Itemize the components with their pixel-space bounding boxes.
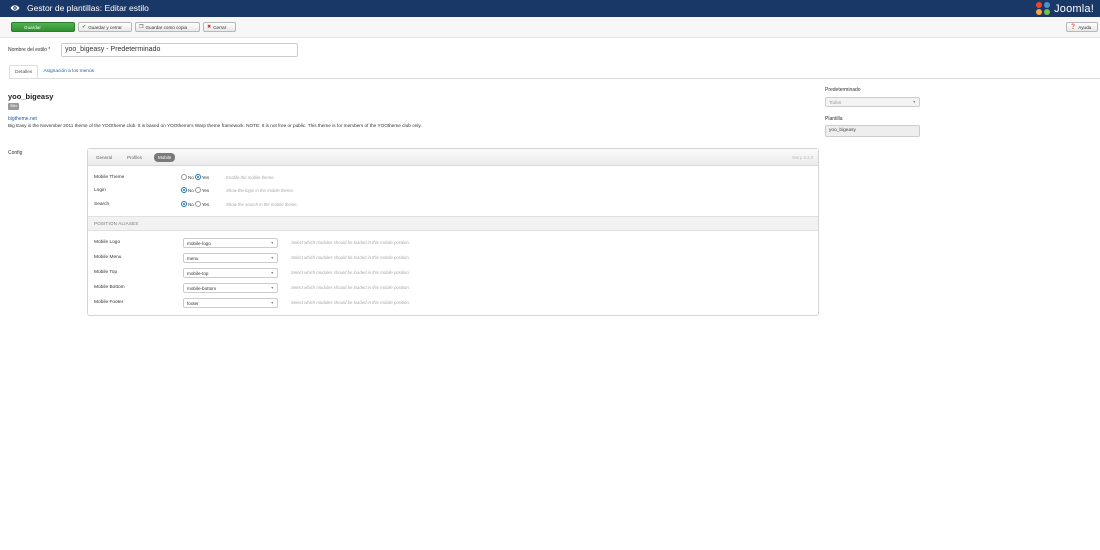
template-name: yoo_bigeasy [8, 92, 54, 101]
main-tabs: Detalles Asignación a los menús [9, 65, 99, 79]
mobile-bottom-hint: Select which modules should be loaded in… [291, 285, 410, 290]
eye-icon [10, 5, 20, 11]
mobile-theme-yes-label: Yes [201, 174, 210, 180]
joomla-logo-text: Joomla! [1054, 2, 1094, 15]
default-select[interactable]: Todos ▼ [825, 97, 920, 107]
save-and-close-button[interactable]: ✔ Guardar y cerrar [78, 22, 132, 32]
x-circle-icon: ✖ [207, 23, 212, 30]
login-yes-label: Yes [201, 187, 210, 193]
mobile-bottom-label: Mobile Bottom [94, 285, 125, 290]
template-readonly-field: yoo_bigeasy [825, 125, 920, 137]
mobile-menu-hint: Select which modules should be loaded in… [291, 255, 410, 260]
page-title: Gestor de plantillas: Editar estilo [27, 3, 149, 13]
joomla-logo-icon [1036, 2, 1051, 15]
chevron-down-icon: ▼ [270, 301, 274, 305]
close-button-label: Cerrar [213, 24, 227, 30]
mobile-theme-label: Mobile Theme [94, 175, 125, 180]
save-as-copy-button[interactable]: ❐ Guardar como copia [135, 22, 200, 32]
mobile-menu-value: menu [187, 255, 199, 261]
chevron-down-icon: ▼ [270, 271, 274, 275]
config-label: Config [8, 150, 23, 156]
mobile-top-value: mobile-top [187, 270, 209, 276]
mobile-footer-label: Mobile Footer [94, 300, 124, 305]
joomla-logo[interactable]: Joomla! [1035, 1, 1094, 16]
search-hint: Show the search in the mobile theme. [226, 202, 298, 207]
mobile-theme-no-label: No [188, 174, 194, 180]
mobile-top-hint: Select which modules should be loaded in… [291, 270, 410, 275]
mobile-footer-value: footer [187, 300, 199, 306]
mobile-footer-select[interactable]: footer ▼ [183, 298, 278, 308]
style-name-label: Nombre del estilo * [8, 47, 51, 53]
mobile-bottom-value: mobile-bottom [187, 285, 217, 291]
help-button-label: Ayuda [1078, 24, 1092, 30]
mobile-top-select[interactable]: mobile-top ▼ [183, 268, 278, 278]
config-panel: General Profiles Mobile Warp 6.3.0 Mobil… [87, 148, 819, 316]
save-button-label: Guardar [24, 24, 41, 30]
style-name-input[interactable]: yoo_bigeasy - Predeterminado [61, 43, 298, 57]
search-radios: No Yes [181, 201, 210, 207]
toolbar: Guardar ✔ Guardar y cerrar ❐ Guardar com… [0, 17, 1100, 38]
mobile-footer-hint: Select which modules should be loaded in… [291, 300, 410, 305]
login-yes-radio[interactable] [194, 187, 201, 193]
chevron-down-icon: ▼ [270, 256, 274, 260]
save-as-copy-label: Guardar como copia [145, 24, 188, 30]
top-header-bar: Gestor de plantillas: Editar estilo Joom… [0, 0, 1100, 17]
position-aliases-header: POSITION ALIASES [88, 216, 818, 231]
mobile-menu-label: Mobile Menu [94, 255, 122, 260]
save-button[interactable]: Guardar [11, 22, 75, 32]
mobile-menu-select[interactable]: menu ▼ [183, 253, 278, 263]
tab-menu-assignment[interactable]: Asignación a los menús [38, 65, 99, 79]
search-no-radio[interactable] [181, 201, 187, 207]
mobile-theme-yes-radio[interactable] [194, 174, 201, 180]
chevron-down-icon: ▼ [270, 286, 274, 290]
chevron-down-icon: ▼ [912, 100, 916, 104]
mobile-logo-select[interactable]: mobile-logo ▼ [183, 238, 278, 248]
question-icon: ❓ [1070, 23, 1077, 30]
search-yes-label: Yes [201, 201, 210, 207]
mobile-theme-no-radio[interactable] [181, 174, 187, 180]
check-icon: ✔ [82, 23, 87, 30]
default-label: Predeterminado [825, 87, 861, 93]
mobile-theme-radios: No Yes [181, 174, 210, 180]
tabs-divider [9, 78, 1100, 79]
template-description: Big Easy is the November 2011 theme of t… [8, 123, 422, 128]
search-yes-radio[interactable] [194, 201, 201, 207]
mobile-bottom-select[interactable]: mobile-bottom ▼ [183, 283, 278, 293]
template-label: Plantilla [825, 116, 843, 122]
search-no-label: No [188, 201, 194, 207]
warp-version: Warp 6.3.0 [792, 155, 813, 160]
mobile-logo-hint: Select which modules should be loaded in… [291, 240, 410, 245]
template-author-link[interactable]: bigtheme.net [8, 116, 37, 122]
login-radios: No Yes [181, 187, 210, 193]
chevron-down-icon: ▼ [270, 241, 274, 245]
config-tab-mobile[interactable]: Mobile [154, 153, 176, 162]
config-tab-general[interactable]: General [92, 153, 116, 162]
config-panel-header: General Profiles Mobile Warp 6.3.0 [88, 149, 818, 166]
login-label: Login [94, 188, 106, 193]
login-no-radio[interactable] [181, 187, 187, 193]
mobile-theme-hint: Enable the mobile theme. [226, 175, 275, 180]
tab-details[interactable]: Detalles [9, 65, 39, 79]
login-hint: Show the login in the mobile theme. [226, 188, 295, 193]
search-label: Search [94, 202, 110, 207]
mobile-logo-label: Mobile Logo [94, 240, 121, 245]
config-tab-profiles[interactable]: Profiles [123, 153, 146, 162]
position-aliases-title: POSITION ALIASES [94, 221, 139, 226]
mobile-top-label: Mobile Top [94, 270, 118, 275]
help-button[interactable]: ❓ Ayuda [1066, 22, 1098, 32]
save-and-close-label: Guardar y cerrar [88, 24, 122, 30]
default-select-value: Todos [829, 99, 842, 105]
close-button[interactable]: ✖ Cerrar [203, 22, 236, 32]
mobile-logo-value: mobile-logo [187, 240, 211, 246]
copy-icon: ❐ [139, 23, 144, 30]
site-badge: Sitio [8, 103, 20, 110]
login-no-label: No [188, 187, 194, 193]
